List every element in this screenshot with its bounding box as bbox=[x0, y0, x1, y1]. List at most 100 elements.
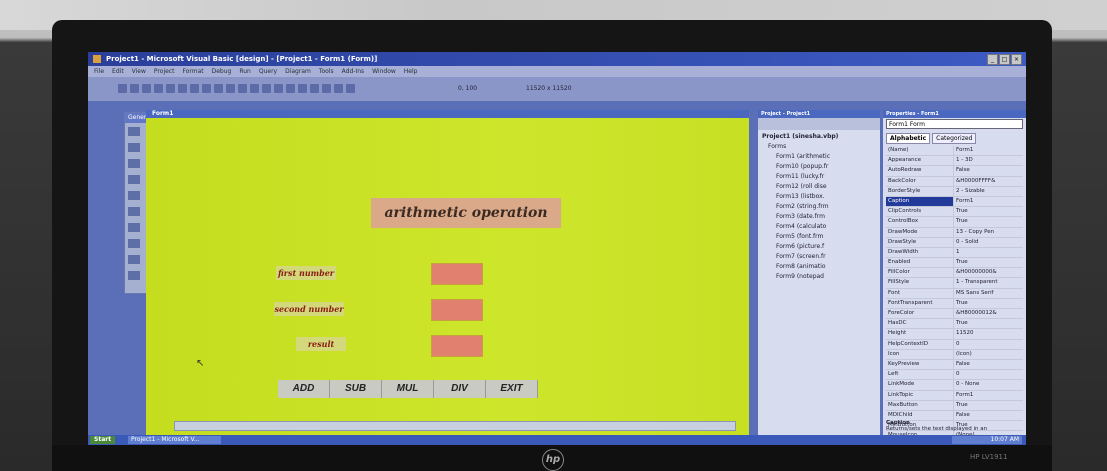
menu-edit[interactable]: Edit bbox=[112, 66, 124, 77]
property-value[interactable]: 0 bbox=[953, 370, 1023, 380]
property-row[interactable]: ClipControls True bbox=[886, 207, 1023, 218]
property-value[interactable]: Form1 bbox=[953, 196, 1023, 207]
property-row[interactable]: ForeColor &H80000012& bbox=[886, 309, 1023, 320]
property-row[interactable]: FillStyle 1 - Transparent bbox=[886, 278, 1023, 289]
cut-icon[interactable] bbox=[178, 84, 187, 93]
menu-project[interactable]: Project bbox=[154, 66, 175, 77]
property-row[interactable]: AutoRedraw False bbox=[886, 166, 1023, 177]
tree-item[interactable]: Form10 (popup.fr bbox=[762, 162, 838, 172]
toolbox-icon[interactable] bbox=[334, 84, 343, 93]
property-row[interactable]: DrawWidth 1 bbox=[886, 247, 1023, 259]
second-number-label[interactable]: second number bbox=[274, 302, 344, 316]
property-row[interactable]: HelpContextID 0 bbox=[886, 339, 1023, 350]
property-value[interactable]: True bbox=[953, 319, 1023, 329]
data-view-icon[interactable] bbox=[346, 84, 355, 93]
first-number-label[interactable]: first number bbox=[276, 266, 336, 280]
property-value[interactable]: 1 bbox=[953, 247, 1023, 258]
property-row[interactable]: LinkMode 0 - None bbox=[886, 380, 1023, 391]
form-layout-icon[interactable] bbox=[310, 84, 319, 93]
ole-tool-icon[interactable] bbox=[128, 271, 140, 280]
menu-tools[interactable]: Tools bbox=[319, 66, 334, 77]
save-icon[interactable] bbox=[166, 84, 175, 93]
add-project-icon[interactable] bbox=[118, 84, 127, 93]
property-row[interactable]: Icon (Icon) bbox=[886, 349, 1023, 360]
tree-project-root[interactable]: Project1 (sinesha.vbp) bbox=[762, 132, 838, 142]
property-value[interactable]: MS Sans Serif bbox=[953, 288, 1023, 298]
tab-categorized[interactable]: Categorized bbox=[932, 133, 977, 144]
property-value[interactable]: 11520 bbox=[953, 329, 1023, 339]
property-row[interactable]: BackColor &H0000FFFF& bbox=[886, 176, 1023, 187]
property-row[interactable]: DrawStyle 0 - Solid bbox=[886, 237, 1023, 248]
menu-view[interactable]: View bbox=[132, 66, 146, 77]
property-row[interactable]: Height 11520 bbox=[886, 329, 1023, 340]
frame-tool-icon[interactable] bbox=[128, 159, 140, 168]
start-button[interactable]: Start bbox=[90, 436, 116, 444]
property-value[interactable]: 2 - Sizable bbox=[953, 186, 1023, 196]
property-value[interactable]: True bbox=[953, 298, 1023, 308]
property-row[interactable]: Font MS Sans Serif bbox=[886, 288, 1023, 299]
property-value[interactable]: Form1 bbox=[953, 146, 1023, 156]
checkbox-tool-icon[interactable] bbox=[128, 175, 140, 184]
property-row[interactable]: Left 0 bbox=[886, 370, 1023, 381]
property-value[interactable]: False bbox=[953, 410, 1023, 421]
menu-run[interactable]: Run bbox=[239, 66, 251, 77]
property-row[interactable]: LinkTopic Form1 bbox=[886, 390, 1023, 401]
tree-item[interactable]: Form7 (screen.fr bbox=[762, 252, 838, 262]
menu-addins[interactable]: Add-Ins bbox=[342, 66, 364, 77]
tree-item[interactable]: Form12 (roll dise bbox=[762, 182, 838, 192]
property-value[interactable]: 13 - Copy Pen bbox=[953, 227, 1023, 237]
exit-button[interactable]: EXIT bbox=[486, 380, 538, 398]
property-value[interactable]: &H0000FFFF& bbox=[953, 176, 1023, 186]
menu-diagram[interactable]: Diagram bbox=[285, 66, 311, 77]
properties-window-icon[interactable] bbox=[298, 84, 307, 93]
timer-tool-icon[interactable] bbox=[128, 223, 140, 232]
image-tool-icon[interactable] bbox=[128, 255, 140, 264]
paste-icon[interactable] bbox=[202, 84, 211, 93]
start-icon[interactable] bbox=[250, 84, 259, 93]
property-row[interactable]: KeyPreview False bbox=[886, 359, 1023, 371]
property-value[interactable]: &H80000012& bbox=[953, 309, 1023, 319]
combobox-tool-icon[interactable] bbox=[128, 191, 140, 200]
heading-label[interactable]: arithmetic operation bbox=[371, 198, 561, 228]
menu-window[interactable]: Window bbox=[372, 66, 396, 77]
menu-format[interactable]: Format bbox=[182, 66, 203, 77]
tree-item[interactable]: Form3 (date.frm bbox=[762, 212, 838, 222]
hscrollbar-tool-icon[interactable] bbox=[128, 207, 140, 216]
property-row[interactable]: MaxButton True bbox=[886, 400, 1023, 411]
sub-button[interactable]: SUB bbox=[330, 380, 382, 398]
menu-debug[interactable]: Debug bbox=[212, 66, 232, 77]
undo-icon[interactable] bbox=[226, 84, 235, 93]
property-row[interactable]: FillColor &H00000000& bbox=[886, 268, 1023, 279]
form-horizontal-scrollbar[interactable] bbox=[174, 421, 736, 431]
mul-button[interactable]: MUL bbox=[382, 380, 434, 398]
add-button[interactable]: ADD bbox=[278, 380, 330, 398]
property-row[interactable]: DrawMode 13 - Copy Pen bbox=[886, 227, 1023, 238]
menu-file[interactable]: File bbox=[94, 66, 104, 77]
form-canvas[interactable]: arithmetic operation first number second… bbox=[146, 118, 749, 435]
result-label[interactable]: result bbox=[296, 337, 346, 351]
property-row[interactable]: HasDC True bbox=[886, 319, 1023, 330]
tree-forms-folder[interactable]: Forms bbox=[762, 142, 838, 152]
menu-help[interactable]: Help bbox=[404, 66, 418, 77]
tree-item[interactable]: Form11 (lucky.fr bbox=[762, 172, 838, 182]
second-number-textbox[interactable] bbox=[431, 299, 483, 321]
property-value[interactable]: (Icon) bbox=[953, 349, 1023, 359]
close-button[interactable]: × bbox=[1011, 54, 1022, 65]
tree-item[interactable]: Form2 (string.frm bbox=[762, 202, 838, 212]
maximize-button[interactable]: □ bbox=[999, 54, 1010, 65]
property-value[interactable]: False bbox=[953, 359, 1023, 370]
menu-editor-icon[interactable] bbox=[142, 84, 151, 93]
property-value[interactable]: False bbox=[953, 166, 1023, 176]
first-number-textbox[interactable] bbox=[431, 263, 483, 285]
find-icon[interactable] bbox=[214, 84, 223, 93]
tree-item[interactable]: Form8 (animatio bbox=[762, 262, 838, 272]
tree-item[interactable]: Form5 (font.frm bbox=[762, 232, 838, 242]
property-value[interactable]: 1 - 3D bbox=[953, 156, 1023, 166]
tree-item[interactable]: Form13 (listbox. bbox=[762, 192, 838, 202]
property-value[interactable]: 0 bbox=[953, 339, 1023, 349]
label-tool-icon[interactable] bbox=[128, 143, 140, 152]
property-value[interactable]: 0 - Solid bbox=[953, 237, 1023, 247]
tree-item[interactable]: Form4 (calculato bbox=[762, 222, 838, 232]
property-row[interactable]: Caption Form1 bbox=[886, 196, 1023, 208]
result-textbox[interactable] bbox=[431, 335, 483, 357]
